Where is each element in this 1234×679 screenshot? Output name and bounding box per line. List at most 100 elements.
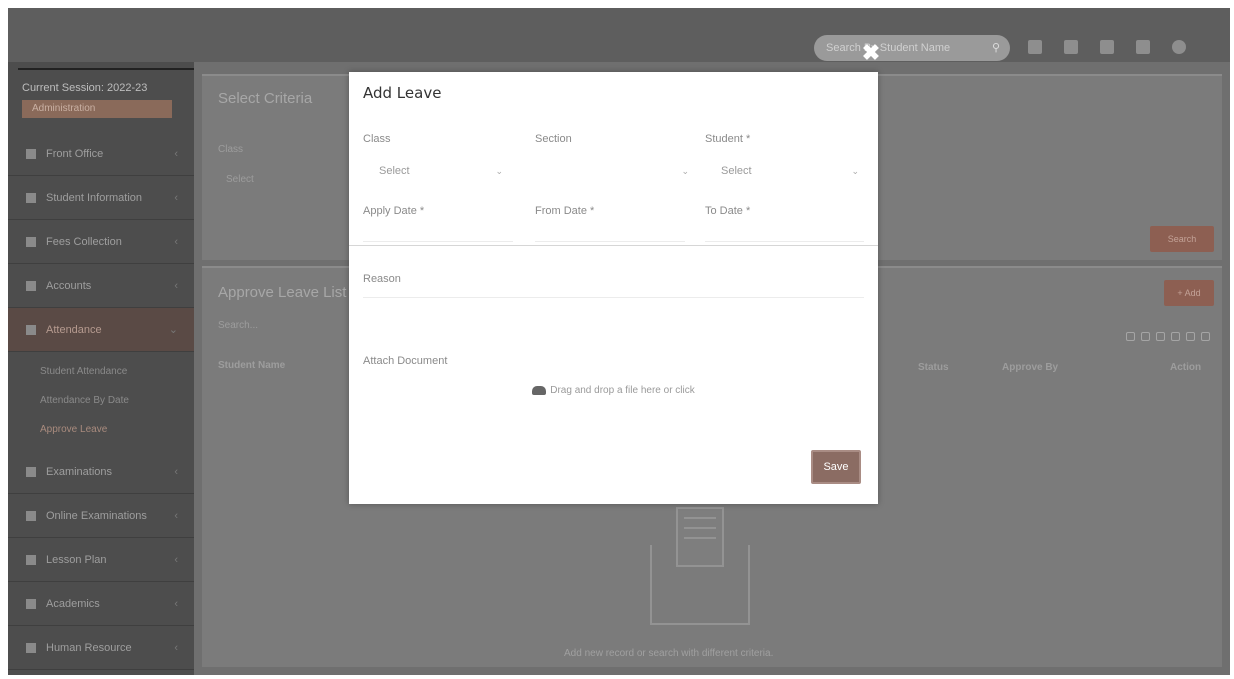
sidebar-item-attendance[interactable]: Attendance ⌄ — [8, 308, 194, 352]
sidebar-item-label: Examinations — [46, 466, 113, 478]
reason-label: Reason — [363, 273, 401, 285]
front-office-icon — [26, 149, 36, 160]
student-select-value: Select — [721, 165, 752, 177]
to-date-input[interactable] — [705, 220, 864, 242]
class-select[interactable]: Select ⌄ — [363, 159, 503, 183]
sidebar-item-academics[interactable]: Academics ‹ — [8, 582, 194, 626]
calendar-check-icon — [26, 325, 36, 336]
lesson-plan-icon — [26, 555, 36, 566]
dropzone-text: Drag and drop a file here or click — [550, 385, 695, 396]
sidebar-subitem-student-attendance[interactable]: Student Attendance — [40, 366, 127, 377]
section-select[interactable]: ⌄ — [535, 159, 689, 183]
student-label: Student * — [705, 133, 751, 145]
chevron-icon: ‹ — [174, 280, 178, 292]
search-button[interactable]: Search — [1150, 226, 1214, 252]
session-badge[interactable]: Administration — [22, 100, 172, 118]
print-icon[interactable] — [1186, 332, 1195, 341]
sidebar-subitem-approve-leave[interactable]: Approve Leave — [40, 424, 107, 435]
criteria-class-label: Class — [218, 144, 244, 155]
modal-divider — [349, 245, 878, 246]
modal-close-icon[interactable]: ✖ — [858, 40, 884, 66]
chevron-icon: ‹ — [174, 510, 178, 522]
sidebar-item-human-resource[interactable]: Human Resource ‹ — [8, 626, 194, 670]
human-resource-icon — [26, 643, 36, 654]
from-date-input[interactable] — [535, 220, 685, 242]
sidebar-item-examinations[interactable]: Examinations ‹ — [8, 450, 194, 494]
sidebar-item-label: Lesson Plan — [46, 554, 107, 566]
sidebar-item-label: Front Office — [46, 148, 104, 160]
sidebar: Current Session: 2022-23 Administration … — [8, 62, 194, 675]
calendar-icon[interactable] — [1064, 40, 1078, 54]
sidebar-item-label: Attendance — [46, 324, 102, 336]
sidebar-item-label: Human Resource — [46, 642, 132, 654]
pdf-icon[interactable] — [1171, 332, 1180, 341]
sidebar-item-fees-collection[interactable]: Fees Collection ‹ — [8, 220, 194, 264]
column-header-action: Action — [1170, 362, 1202, 373]
dollar-icon — [26, 281, 36, 292]
file-dropzone[interactable]: Drag and drop a file here or click — [363, 377, 864, 405]
fees-icon — [26, 237, 36, 248]
chevron-icon: ‹ — [174, 598, 178, 610]
top-icon-bar — [1028, 40, 1186, 54]
empty-state-text: Add new record or search with different … — [564, 648, 774, 659]
apply-date-input[interactable] — [363, 220, 513, 242]
sidebar-item-student-information[interactable]: Student Information ‹ — [8, 176, 194, 220]
reason-input[interactable] — [363, 297, 864, 298]
excel-icon[interactable] — [1141, 332, 1150, 341]
student-icon — [26, 193, 36, 204]
class-select-value: Select — [379, 165, 410, 177]
sidebar-item-label: Accounts — [46, 280, 92, 292]
column-header-status[interactable]: Status — [918, 362, 949, 373]
column-header-student-name[interactable]: Student Name — [218, 360, 285, 371]
list-search-input[interactable]: Search... — [218, 320, 258, 331]
task-icon[interactable] — [1100, 40, 1114, 54]
exam-icon — [26, 467, 36, 478]
csv-icon[interactable] — [1156, 332, 1165, 341]
sidebar-item-online-examinations[interactable]: Online Examinations ‹ — [8, 494, 194, 538]
top-navbar: Search By Student Name ⚲ — [8, 8, 1230, 62]
section-label: Section — [535, 133, 572, 145]
criteria-title: Select Criteria — [218, 90, 313, 107]
empty-state-illustration — [650, 507, 750, 625]
academics-icon — [26, 599, 36, 610]
chevron-down-icon: ⌄ — [851, 166, 859, 176]
chevron-icon: ‹ — [174, 192, 178, 204]
class-label: Class — [363, 133, 391, 145]
cloud-upload-icon — [532, 385, 547, 395]
student-select[interactable]: Select ⌄ — [705, 159, 859, 183]
chevron-down-icon: ⌄ — [168, 324, 178, 336]
from-date-label: From Date * — [535, 205, 595, 217]
leave-list-title: Approve Leave List — [218, 284, 347, 301]
sidebar-item-accounts[interactable]: Accounts ‹ — [8, 264, 194, 308]
sidebar-divider — [18, 68, 194, 70]
chevron-down-icon: ⌄ — [681, 166, 689, 176]
sidebar-item-lesson-plan[interactable]: Lesson Plan ‹ — [8, 538, 194, 582]
chevron-icon: ‹ — [174, 148, 178, 160]
chevron-down-icon: ⌄ — [495, 166, 503, 176]
chevron-icon: ‹ — [174, 554, 178, 566]
apply-date-label: Apply Date * — [363, 205, 425, 217]
sidebar-item-front-office[interactable]: Front Office ‹ — [8, 132, 194, 176]
modal-title: Add Leave — [363, 84, 442, 102]
attach-document-label: Attach Document — [363, 355, 448, 367]
search-icon[interactable]: ⚲ — [992, 35, 1000, 61]
sidebar-subitem-attendance-by-date[interactable]: Attendance By Date — [40, 395, 129, 406]
add-leave-button[interactable]: + Add — [1164, 280, 1214, 306]
chevron-icon: ‹ — [174, 236, 178, 248]
criteria-class-select[interactable]: Select — [226, 174, 254, 185]
sidebar-item-label: Student Information — [46, 192, 143, 204]
chevron-icon: ‹ — [174, 642, 178, 654]
list-icon[interactable] — [1028, 40, 1042, 54]
columns-icon[interactable] — [1201, 332, 1210, 341]
save-button[interactable]: Save — [811, 450, 861, 484]
message-icon[interactable] — [1136, 40, 1150, 54]
copy-icon[interactable] — [1126, 332, 1135, 341]
column-header-approve-by[interactable]: Approve By — [1002, 362, 1058, 373]
online-exam-icon — [26, 511, 36, 522]
user-avatar-icon[interactable] — [1172, 40, 1186, 54]
to-date-label: To Date * — [705, 205, 751, 217]
export-toolbar — [1126, 332, 1210, 341]
sidebar-item-label: Fees Collection — [46, 236, 122, 248]
sidebar-item-label: Academics — [46, 598, 100, 610]
student-search-input[interactable]: Search By Student Name ⚲ — [814, 35, 1010, 61]
